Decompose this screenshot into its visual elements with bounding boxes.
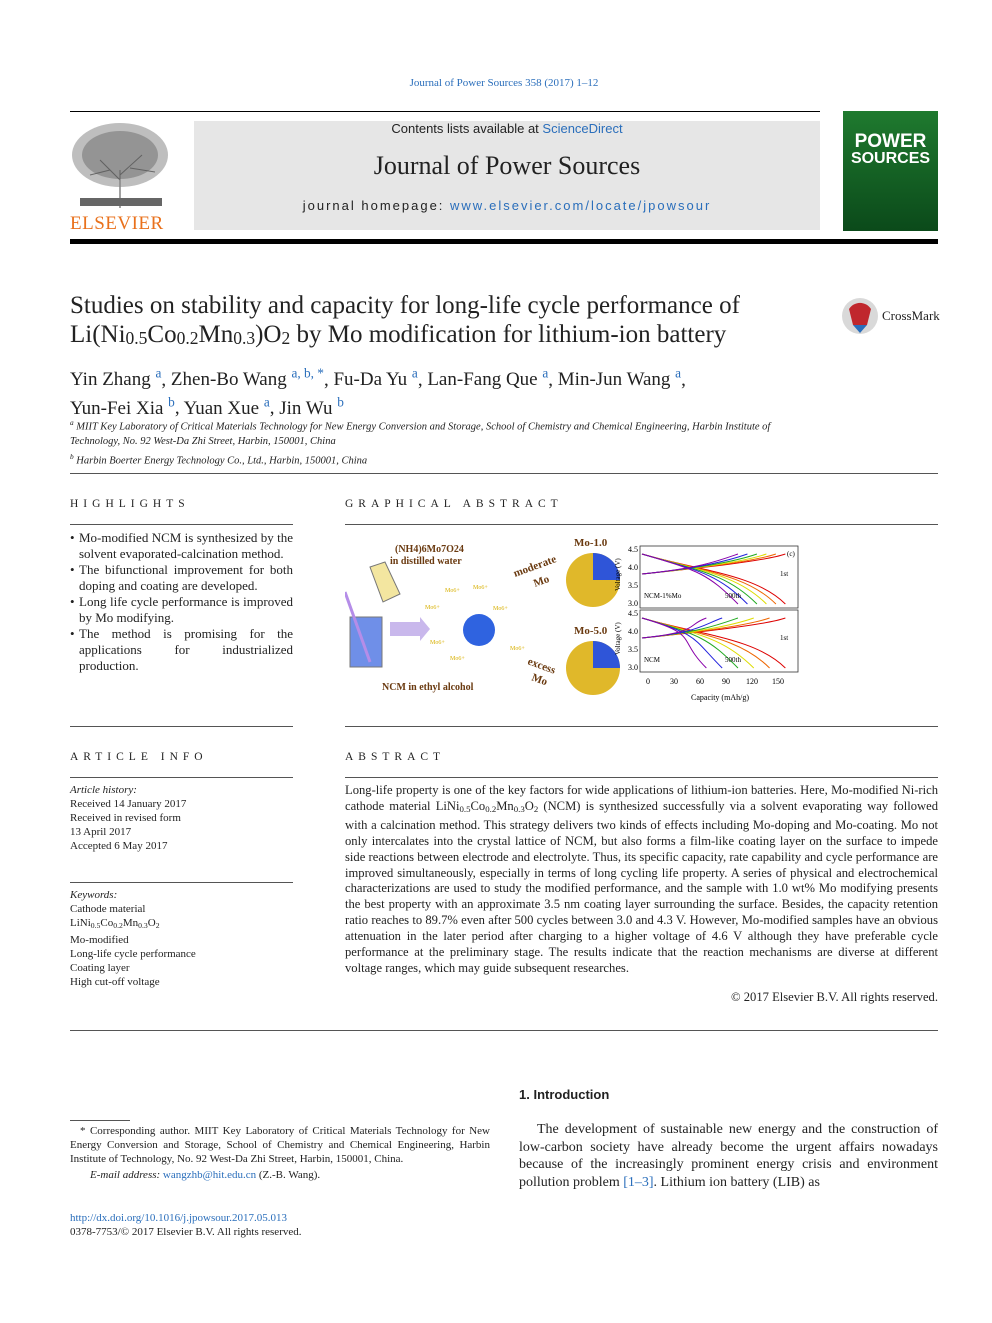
journal-title: Journal of Power Sources xyxy=(373,151,641,180)
panel-label: NCM xyxy=(644,656,661,664)
svg-text:Mo: Mo xyxy=(532,573,551,590)
contents-label: Contents lists available at xyxy=(391,121,543,136)
elsevier-logo: ELSEVIER xyxy=(70,120,172,234)
history-entry: Received 14 January 2017 xyxy=(70,798,187,810)
svg-text:Mo6+: Mo6+ xyxy=(510,646,525,652)
article-title: Studies on stability and capacity for lo… xyxy=(70,292,740,348)
highlight-item: The method is promising for the applicat… xyxy=(70,626,293,674)
svg-text:in distilled water: in distilled water xyxy=(390,556,462,567)
panel-tag: (c) xyxy=(787,550,795,558)
svg-text:Mo6+: Mo6+ xyxy=(425,605,440,611)
x-tick-label: 30 xyxy=(670,677,678,686)
y-tick-label: 3.5 xyxy=(628,645,638,654)
x-tick-label: 150 xyxy=(772,677,784,686)
x-tick-label: 90 xyxy=(722,677,730,686)
author[interactable]: Zhen-Bo Wang a, b, * xyxy=(171,366,324,390)
graphical-abstract-heading: GRAPHICAL ABSTRACT xyxy=(345,498,563,510)
journal-citation-link[interactable]: Journal of Power Sources 358 (2017) 1–12 xyxy=(410,77,599,89)
y-tick-label: 4.0 xyxy=(628,563,638,572)
doi-block: http://dx.doi.org/10.1016/j.jpowsour.201… xyxy=(70,1212,302,1238)
abstract-heading: ABSTRACT xyxy=(345,751,446,763)
cycle-label: 500th xyxy=(725,656,741,664)
history-entry: Accepted 6 May 2017 xyxy=(70,840,168,852)
author[interactable]: Yin Zhang a xyxy=(70,366,161,390)
keywords: Keywords: Cathode material LiNi0.5Co0.2M… xyxy=(70,888,293,989)
y-tick-label: 4.5 xyxy=(628,545,638,554)
x-tick-label: 0 xyxy=(646,677,650,686)
crossmark-icon xyxy=(842,298,878,334)
citation-link[interactable]: [1–3] xyxy=(623,1175,653,1190)
paper-page: Journal of Power Sources 358 (2017) 1–12… xyxy=(0,0,992,1323)
highlight-item: Mo-modified NCM is synthesized by the so… xyxy=(70,530,293,562)
svg-text:Mo-1.0: Mo-1.0 xyxy=(574,537,608,549)
article-history: Article history: Received 14 January 201… xyxy=(70,783,293,853)
flask-icon xyxy=(369,561,401,603)
keyword-formula: LiNi0.5Co0.2Mn0.3O2 xyxy=(70,917,160,930)
graphical-abstract-figure: (NH4)6Mo7O24 in distilled water NCM in e… xyxy=(345,537,799,702)
abstract-text: Long-life property is one of the key fac… xyxy=(345,783,938,975)
sciencedirect-link[interactable]: ScienceDirect xyxy=(542,121,622,136)
journal-cover[interactable]: POWER SOURCES xyxy=(843,111,938,231)
author-list: Yin Zhang a, Zhen-Bo Wang a, b, *, Fu-Da… xyxy=(70,366,686,419)
y-tick-label: 3.0 xyxy=(628,663,638,672)
crossmark-label: CrossMark xyxy=(882,308,940,323)
doi-link[interactable]: http://dx.doi.org/10.1016/j.jpowsour.201… xyxy=(70,1212,287,1224)
copyright: © 2017 Elsevier B.V. All rights reserved… xyxy=(731,990,938,1004)
svg-text:(NH4)6Mo7O24: (NH4)6Mo7O24 xyxy=(395,544,464,555)
x-tick-label: 120 xyxy=(746,677,758,686)
svg-text:Mo6+: Mo6+ xyxy=(450,656,465,662)
highlights-list: Mo-modified NCM is synthesized by the so… xyxy=(70,530,293,674)
homepage-link[interactable]: www.elsevier.com/locate/jpowsour xyxy=(450,198,711,213)
highlight-item: The bifunctional improvement for both do… xyxy=(70,562,293,594)
y-axis-label: Voltage (V) xyxy=(614,558,622,591)
email-link[interactable]: wangzhb@hit.edu.cn xyxy=(163,1169,256,1181)
y-tick-label: 4.5 xyxy=(628,609,638,618)
y-tick-label: 4.0 xyxy=(628,627,638,636)
x-axis-label: Capacity (mAh/g) xyxy=(691,693,749,702)
svg-text:moderate: moderate xyxy=(512,553,558,580)
article-info-heading: ARTICLE INFO xyxy=(70,751,208,763)
y-tick-label: 3.5 xyxy=(628,581,638,590)
intro-heading: 1. Introduction xyxy=(519,1087,610,1102)
svg-text:Mo6+: Mo6+ xyxy=(430,640,445,646)
y-tick-label: 3.0 xyxy=(628,599,638,608)
author[interactable]: Fu-Da Yu a xyxy=(333,366,417,390)
cycle-label: 1st xyxy=(780,570,788,578)
journal-banner: Contents lists available at ScienceDirec… xyxy=(194,121,820,230)
cycle-label: 1st xyxy=(780,634,788,642)
corresponding-footnote: * Corresponding author. MIIT Key Laborat… xyxy=(70,1125,490,1181)
svg-text:NCM in ethyl alcohol: NCM in ethyl alcohol xyxy=(382,682,474,693)
svg-text:Mo6+: Mo6+ xyxy=(445,588,460,594)
x-tick-label: 60 xyxy=(696,677,704,686)
affiliations: a MIIT Key Laboratory of Critical Materi… xyxy=(70,418,771,466)
panel-label: NCM-1%Mo xyxy=(644,592,682,600)
author[interactable]: Min-Jun Wang a xyxy=(558,366,681,390)
history-entry: 13 April 2017 xyxy=(70,826,132,838)
publisher-name: ELSEVIER xyxy=(70,213,164,234)
cycle-label: 500th xyxy=(725,592,741,600)
author[interactable]: Lan-Fang Que a xyxy=(427,366,548,390)
beaker-icon xyxy=(345,591,383,668)
svg-text:Mo6+: Mo6+ xyxy=(493,606,508,612)
homepage-label: journal homepage: xyxy=(302,198,451,213)
svg-text:Mo-5.0: Mo-5.0 xyxy=(574,625,608,637)
intro-text: The development of sustainable new energ… xyxy=(519,1122,938,1191)
highlights-heading: HIGHLIGHTS xyxy=(70,498,190,510)
svg-text:Mo6+: Mo6+ xyxy=(473,585,488,591)
crossmark-button[interactable]: CrossMark xyxy=(841,297,940,335)
history-entry: Received in revised form xyxy=(70,812,181,824)
highlight-item: Long life cycle performance is improved … xyxy=(70,594,293,626)
y-axis-label: Voltage (V) xyxy=(614,622,622,655)
